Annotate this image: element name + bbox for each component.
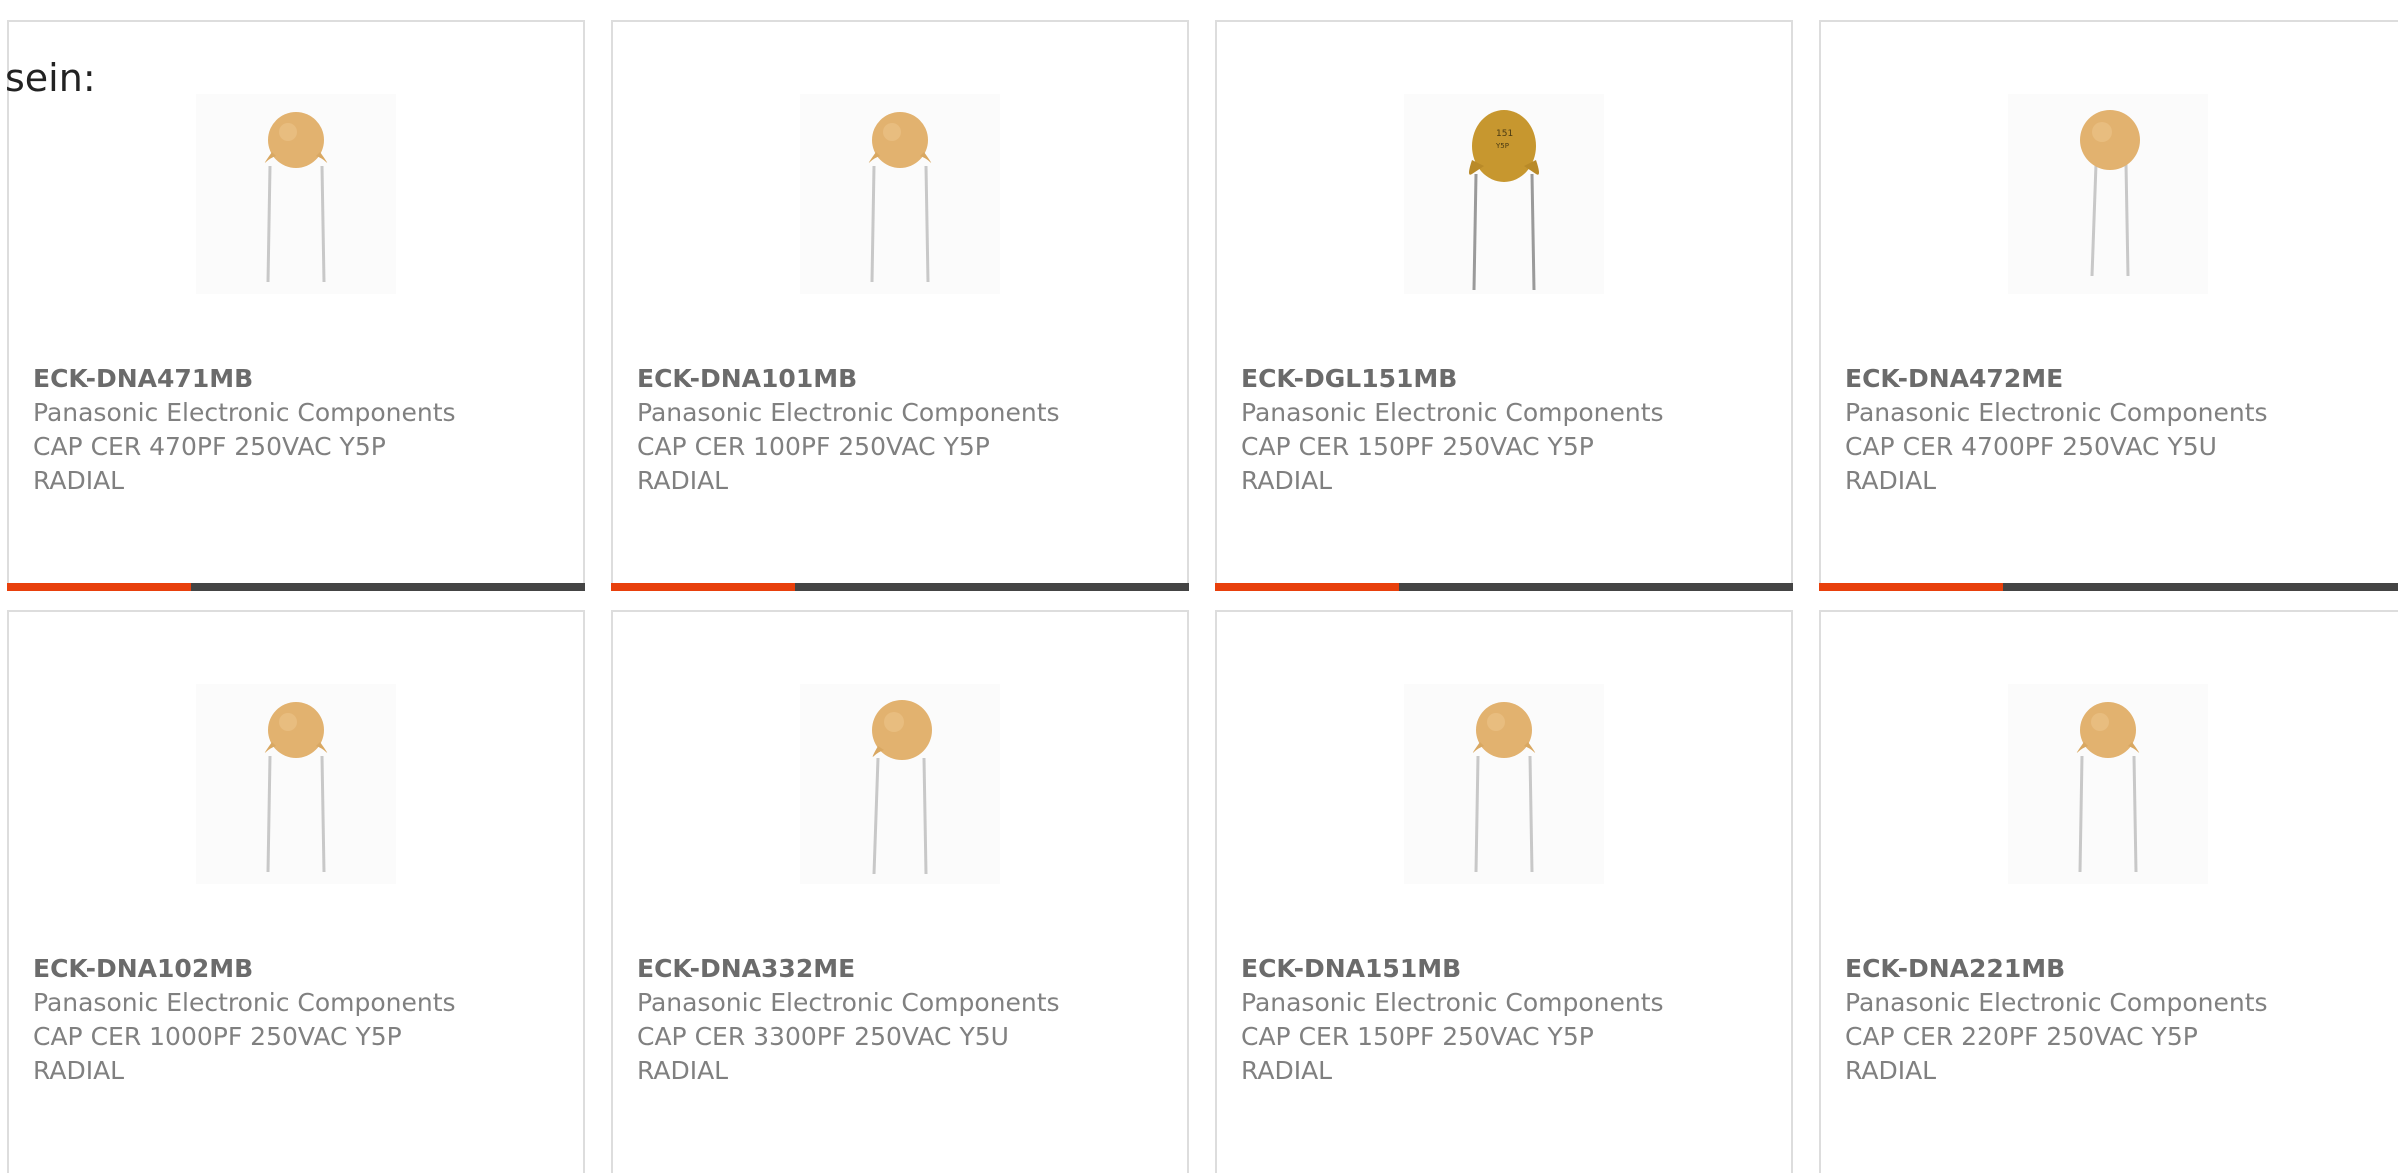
ceramic-capacitor-icon: [1472, 702, 1536, 873]
card-underline-bar: [1819, 583, 2398, 591]
ceramic-capacitor-icon: [868, 112, 932, 283]
part-number-link[interactable]: ECK-DNA471MB: [33, 362, 573, 396]
manufacturer-name: Panasonic Electronic Components: [637, 988, 1060, 1017]
card-underline-bar: [1215, 583, 1793, 591]
manufacturer-name: Panasonic Electronic Components: [1845, 398, 2268, 427]
part-number-link[interactable]: ECK-DNA102MB: [33, 952, 573, 986]
card-accent-bar: [1215, 583, 1399, 591]
ceramic-capacitor-icon: 151 Y5P: [1469, 110, 1539, 291]
product-grid: ECK-DNA471MB Panasonic Electronic Compon…: [7, 20, 2398, 1173]
manufacturer-name: Panasonic Electronic Components: [1845, 988, 2268, 1017]
card-underline-bar: [7, 583, 585, 591]
product-card[interactable]: ECK-DNA332ME Panasonic Electronic Compon…: [611, 610, 1189, 1173]
product-card[interactable]: ECK-DNA221MB Panasonic Electronic Compon…: [1819, 610, 2398, 1173]
product-description: CAP CER 100PF 250VAC Y5P RADIAL: [637, 432, 990, 495]
product-info: ECK-DNA332ME Panasonic Electronic Compon…: [637, 952, 1177, 1088]
product-card[interactable]: ECK-DNA471MB Panasonic Electronic Compon…: [7, 20, 585, 591]
card-underline-bar: [611, 583, 1189, 591]
product-grid-page: sein: ECK-DNA471MB Panasonic Electronic …: [0, 0, 2398, 1173]
product-image[interactable]: [800, 94, 1000, 294]
ceramic-capacitor-icon: [264, 702, 328, 873]
product-image[interactable]: [196, 94, 396, 294]
product-description: CAP CER 470PF 250VAC Y5P RADIAL: [33, 432, 386, 495]
ceramic-capacitor-icon: [264, 112, 328, 283]
svg-text:151: 151: [1496, 129, 1513, 139]
ceramic-capacitor-icon: [2080, 110, 2140, 277]
product-image[interactable]: [2008, 94, 2208, 294]
ceramic-capacitor-icon: [872, 700, 932, 875]
product-description: CAP CER 220PF 250VAC Y5P RADIAL: [1845, 1022, 2198, 1085]
product-description: CAP CER 3300PF 250VAC Y5U RADIAL: [637, 1022, 1009, 1085]
product-card[interactable]: 151 Y5P ECK-DGL151MB Panasonic Electroni…: [1215, 20, 1793, 591]
product-info: ECK-DNA102MB Panasonic Electronic Compon…: [33, 952, 573, 1088]
part-number-link[interactable]: ECK-DNA221MB: [1845, 952, 2398, 986]
manufacturer-name: Panasonic Electronic Components: [637, 398, 1060, 427]
product-image[interactable]: [196, 684, 396, 884]
manufacturer-name: Panasonic Electronic Components: [33, 398, 456, 427]
part-number-link[interactable]: ECK-DNA151MB: [1241, 952, 1781, 986]
product-image[interactable]: [2008, 684, 2208, 884]
product-info: ECK-DNA101MB Panasonic Electronic Compon…: [637, 362, 1177, 498]
svg-text:Y5P: Y5P: [1495, 142, 1509, 150]
part-number-link[interactable]: ECK-DNA332ME: [637, 952, 1177, 986]
product-card[interactable]: ECK-DNA101MB Panasonic Electronic Compon…: [611, 20, 1189, 591]
product-image[interactable]: [800, 684, 1000, 884]
intro-text: sein:: [5, 56, 96, 100]
manufacturer-name: Panasonic Electronic Components: [1241, 398, 1664, 427]
product-info: ECK-DNA151MB Panasonic Electronic Compon…: [1241, 952, 1781, 1088]
card-accent-bar: [7, 583, 191, 591]
product-card[interactable]: ECK-DNA102MB Panasonic Electronic Compon…: [7, 610, 585, 1173]
manufacturer-name: Panasonic Electronic Components: [33, 988, 456, 1017]
product-card[interactable]: ECK-DNA151MB Panasonic Electronic Compon…: [1215, 610, 1793, 1173]
product-info: ECK-DNA221MB Panasonic Electronic Compon…: [1845, 952, 2398, 1088]
product-description: CAP CER 4700PF 250VAC Y5U RADIAL: [1845, 432, 2217, 495]
product-card[interactable]: ECK-DNA472ME Panasonic Electronic Compon…: [1819, 20, 2398, 591]
product-info: ECK-DGL151MB Panasonic Electronic Compon…: [1241, 362, 1781, 498]
card-accent-bar: [1819, 583, 2003, 591]
product-description: CAP CER 1000PF 250VAC Y5P RADIAL: [33, 1022, 402, 1085]
product-info: ECK-DNA471MB Panasonic Electronic Compon…: [33, 362, 573, 498]
ceramic-capacitor-icon: [2076, 702, 2140, 873]
part-number-link[interactable]: ECK-DNA101MB: [637, 362, 1177, 396]
product-info: ECK-DNA472ME Panasonic Electronic Compon…: [1845, 362, 2398, 498]
card-accent-bar: [611, 583, 795, 591]
product-image[interactable]: 151 Y5P: [1404, 94, 1604, 294]
part-number-link[interactable]: ECK-DGL151MB: [1241, 362, 1781, 396]
product-description: CAP CER 150PF 250VAC Y5P RADIAL: [1241, 432, 1594, 495]
part-number-link[interactable]: ECK-DNA472ME: [1845, 362, 2398, 396]
manufacturer-name: Panasonic Electronic Components: [1241, 988, 1664, 1017]
product-image[interactable]: [1404, 684, 1604, 884]
product-description: CAP CER 150PF 250VAC Y5P RADIAL: [1241, 1022, 1594, 1085]
